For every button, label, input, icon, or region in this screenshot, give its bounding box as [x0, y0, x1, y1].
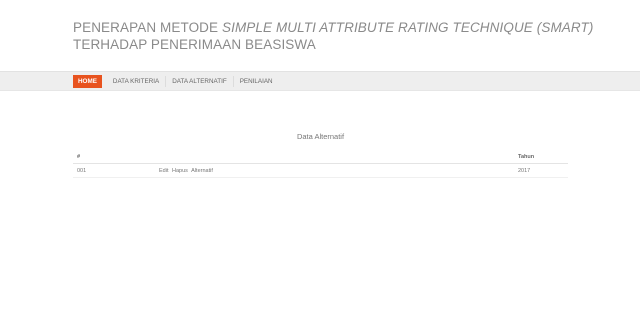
site-title-emphasis: SIMPLE MULTI ATTRIBUTE RATING TECHNIQUE … — [221, 20, 594, 35]
column-header-number: # — [77, 154, 81, 160]
nav-item-home[interactable]: HOME — [73, 75, 102, 88]
main-content: Data Alternatif # Tahun 001 Edit Hapus A… — [73, 130, 568, 178]
site-header: PENERAPAN METODE SIMPLE MULTI ATTRIBUTE … — [0, 0, 640, 71]
nav-item-data-alternatif[interactable]: DATA ALTERNATIF — [166, 75, 232, 88]
site-title-line1: PENERAPAN METODE SIMPLE MULTI ATTRIBUTE … — [73, 19, 593, 36]
alternatif-link[interactable]: Alternatif — [191, 168, 213, 174]
nav-menu: HOME DATA KRITERIA DATA ALTERNATIF PENIL… — [73, 75, 279, 88]
table-row: 001 Edit Hapus Alternatif 2017 — [73, 166, 568, 178]
nav-item-penilaian[interactable]: PENILAIAN — [234, 75, 279, 88]
row-number: 001 — [77, 168, 87, 174]
site-title-prefix: PENERAPAN METODE — [73, 20, 222, 35]
site-title-line2: TERHADAP PENERIMAAN BEASISWA — [73, 37, 316, 52]
site-title: PENERAPAN METODE SIMPLE MULTI ATTRIBUTE … — [73, 19, 593, 53]
edit-link[interactable]: Edit — [159, 168, 168, 174]
row-actions: Edit Hapus Alternatif — [159, 168, 215, 174]
column-header-tahun: Tahun — [518, 154, 535, 160]
row-year: 2017 — [518, 168, 531, 174]
hapus-link[interactable]: Hapus — [172, 168, 188, 174]
nav-item-data-kriteria[interactable]: DATA KRITERIA — [102, 75, 165, 88]
navbar: HOME DATA KRITERIA DATA ALTERNATIF PENIL… — [0, 71, 640, 91]
table-caption: Data Alternatif — [296, 132, 345, 141]
table-header-row: # Tahun — [73, 151, 568, 164]
